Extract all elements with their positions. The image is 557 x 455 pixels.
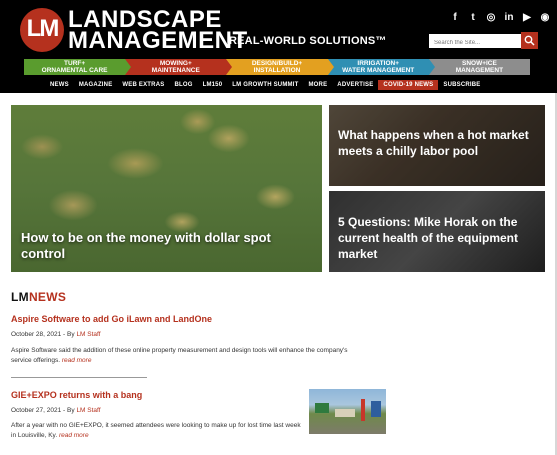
nav-blog[interactable]: BLOG: [169, 80, 197, 90]
category-irrigation[interactable]: IRRIGATION+ WATER MANAGEMENT: [327, 59, 436, 75]
category-design-build[interactable]: DESIGN/BUILD+ INSTALLATION: [226, 59, 334, 75]
category-mowing[interactable]: MOWING+ MAINTENANCE: [125, 59, 233, 75]
news-item-title[interactable]: GIE+EXPO returns with a bang: [11, 390, 142, 400]
nav-covid-news[interactable]: COVID-19 NEWS: [378, 80, 439, 90]
category-label: INSTALLATION: [253, 67, 301, 74]
main-nav: NEWS MAGAZINE WEB EXTRAS BLOG LM150 LM G…: [45, 80, 486, 90]
category-snow-ice[interactable]: SNOW+ICE MANAGEMENT: [428, 59, 531, 75]
nav-more[interactable]: MORE: [303, 80, 332, 90]
twitter-icon[interactable]: t: [467, 12, 479, 24]
search-input[interactable]: [429, 34, 521, 48]
category-label: MAINTENANCE: [151, 67, 200, 74]
nav-web-extras[interactable]: WEB EXTRAS: [117, 80, 169, 90]
news-divider: [11, 377, 147, 378]
thumbnail-banner: [361, 399, 365, 421]
news-item-meta: October 28, 2021 - By LM Staff: [11, 331, 101, 338]
category-turf[interactable]: TURF+ ORNAMENTAL CARE: [24, 59, 132, 75]
category-label: ORNAMENTAL CARE: [41, 67, 108, 74]
news-item-author[interactable]: LM Staff: [76, 331, 100, 338]
news-item-summary: Aspire Software said the addition of the…: [11, 346, 361, 366]
logo-mark-text: LM: [26, 15, 60, 42]
nav-lm150[interactable]: LM150: [198, 80, 228, 90]
rss-icon[interactable]: ◉: [539, 12, 551, 24]
brand-name-line-2[interactable]: MANAGEMENT: [68, 29, 248, 53]
search-icon: [524, 35, 535, 46]
news-item-meta: October 27, 2021 - By LM Staff: [11, 407, 101, 414]
social-links: f t ◎ in ▶ ◉: [449, 12, 551, 24]
thumbnail-banner: [371, 401, 381, 417]
thumbnail-tent: [315, 403, 329, 413]
news-item-by: By: [67, 331, 75, 338]
category-label: SNOW+ICE: [461, 60, 497, 67]
hero-feature-labor[interactable]: What happens when a hot market meets a c…: [329, 105, 545, 186]
news-item-by: By: [67, 407, 75, 414]
nav-news[interactable]: NEWS: [45, 80, 74, 90]
youtube-icon[interactable]: ▶: [521, 12, 533, 24]
thumbnail-tent: [335, 409, 355, 417]
news-item-thumbnail[interactable]: [309, 389, 386, 434]
nav-subscribe[interactable]: SUBSCRIBE: [438, 80, 485, 90]
news-section-heading: LMNEWS: [11, 290, 66, 304]
hero-feature-main[interactable]: How to be on the money with dollar spot …: [11, 105, 322, 272]
facebook-icon[interactable]: f: [449, 12, 461, 24]
news-item-date: October 28, 2021: [11, 331, 62, 338]
category-label: MANAGEMENT: [455, 67, 504, 74]
nav-advertise[interactable]: ADVERTISE: [332, 80, 378, 90]
hero-side-title[interactable]: What happens when a hot market meets a c…: [338, 127, 538, 159]
news-heading-news: NEWS: [28, 290, 67, 304]
category-label: WATER MANAGEMENT: [342, 67, 415, 74]
nav-lm-growth-summit[interactable]: LM GROWTH SUMMIT: [227, 80, 303, 90]
news-heading-lm: LM: [11, 290, 29, 304]
hero-side-title[interactable]: 5 Questions: Mike Horak on the current h…: [338, 214, 538, 262]
category-label: DESIGN/BUILD+: [251, 60, 303, 67]
site-header: LM LANDSCAPE MANAGEMENT REAL-WORLD SOLUT…: [0, 0, 557, 93]
hero-feature-equipment[interactable]: 5 Questions: Mike Horak on the current h…: [329, 191, 545, 272]
read-more-link[interactable]: read more: [59, 432, 89, 439]
category-bar: TURF+ ORNAMENTAL CARE MOWING+ MAINTENANC…: [24, 59, 531, 75]
news-item-author[interactable]: LM Staff: [76, 407, 100, 414]
news-item-title[interactable]: Aspire Software to add Go iLawn and Land…: [11, 314, 212, 324]
nav-magazine[interactable]: MAGAZINE: [74, 80, 118, 90]
category-label: MOWING+: [159, 60, 192, 67]
category-label: IRRIGATION+: [357, 60, 399, 67]
logo-mark[interactable]: LM: [20, 8, 64, 52]
news-item-summary: After a year with no GIE+EXPO, it seemed…: [11, 421, 301, 441]
linkedin-icon[interactable]: in: [503, 12, 515, 24]
news-item-date: October 27, 2021: [11, 407, 62, 414]
instagram-icon[interactable]: ◎: [485, 12, 497, 24]
tagline: REAL-WORLD SOLUTIONS™: [229, 35, 387, 47]
search-button[interactable]: [521, 32, 538, 49]
hero-main-title[interactable]: How to be on the money with dollar spot …: [21, 230, 311, 262]
read-more-link[interactable]: read more: [62, 357, 92, 364]
category-label: TURF+: [64, 60, 86, 67]
news-item-body: After a year with no GIE+EXPO, it seemed…: [11, 422, 301, 439]
